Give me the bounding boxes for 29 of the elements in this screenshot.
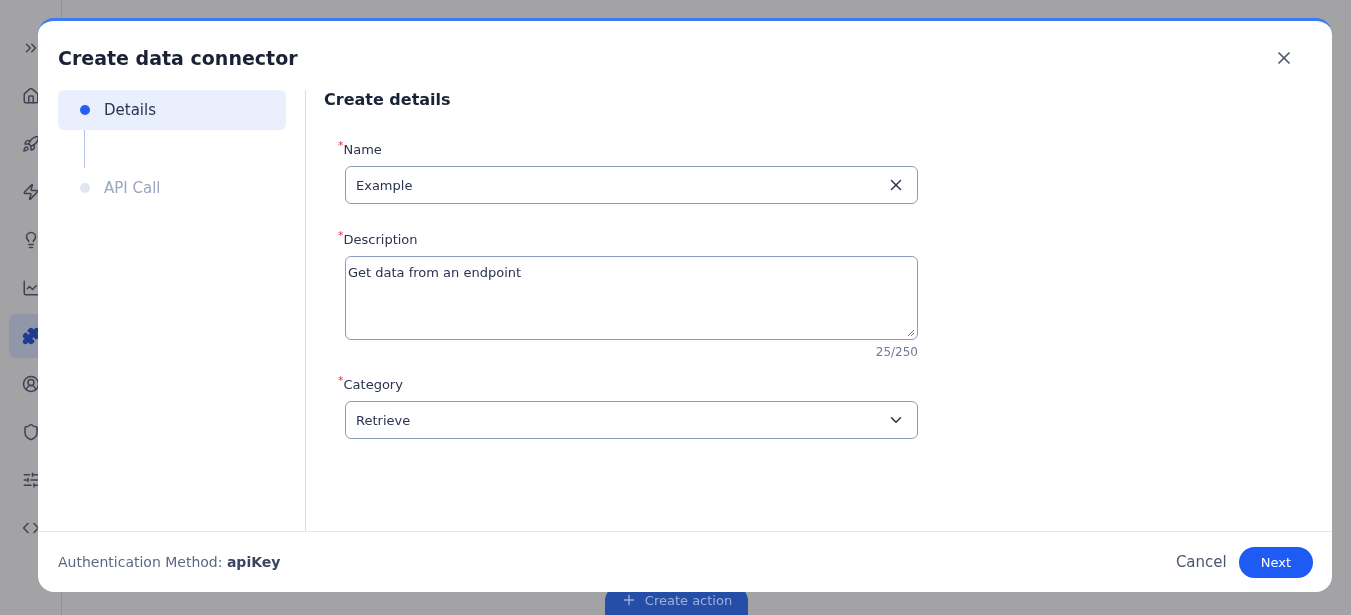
rocket-icon [21,135,40,153]
character-counter: 25/250 [874,345,918,359]
field-label: Category [343,377,403,392]
lightning-icon [21,183,40,201]
next-button[interactable]: Next [1238,546,1313,578]
chart-icon [21,279,40,297]
authentication-method-text: Authentication Method: apiKey [58,554,281,570]
step-label: API Call [104,179,161,197]
dialog-title: Create data connector [58,47,298,69]
step-item[interactable]: Details [58,90,286,130]
shield-icon [21,423,40,441]
section-title: Create details [324,90,452,109]
home-icon [21,87,40,105]
user-icon [21,375,40,393]
field-label: Name [343,142,382,157]
cancel-button[interactable]: Cancel [1173,546,1229,578]
description-textarea[interactable]: Get data from an endpoint [345,256,918,340]
step-dot-icon [80,183,90,193]
puzzle-icon [21,327,40,345]
field-label: Description [343,232,418,247]
step-dot-icon [80,105,90,115]
step-label: Details [104,101,156,119]
name-input-field[interactable]: Example [345,166,918,204]
category-select[interactable]: Retrieve [345,401,918,439]
required-mark: * [338,377,344,389]
required-mark: * [338,232,344,244]
required-mark: * [338,142,344,154]
resize-handle-icon [907,329,915,337]
sliders-icon [21,471,40,489]
